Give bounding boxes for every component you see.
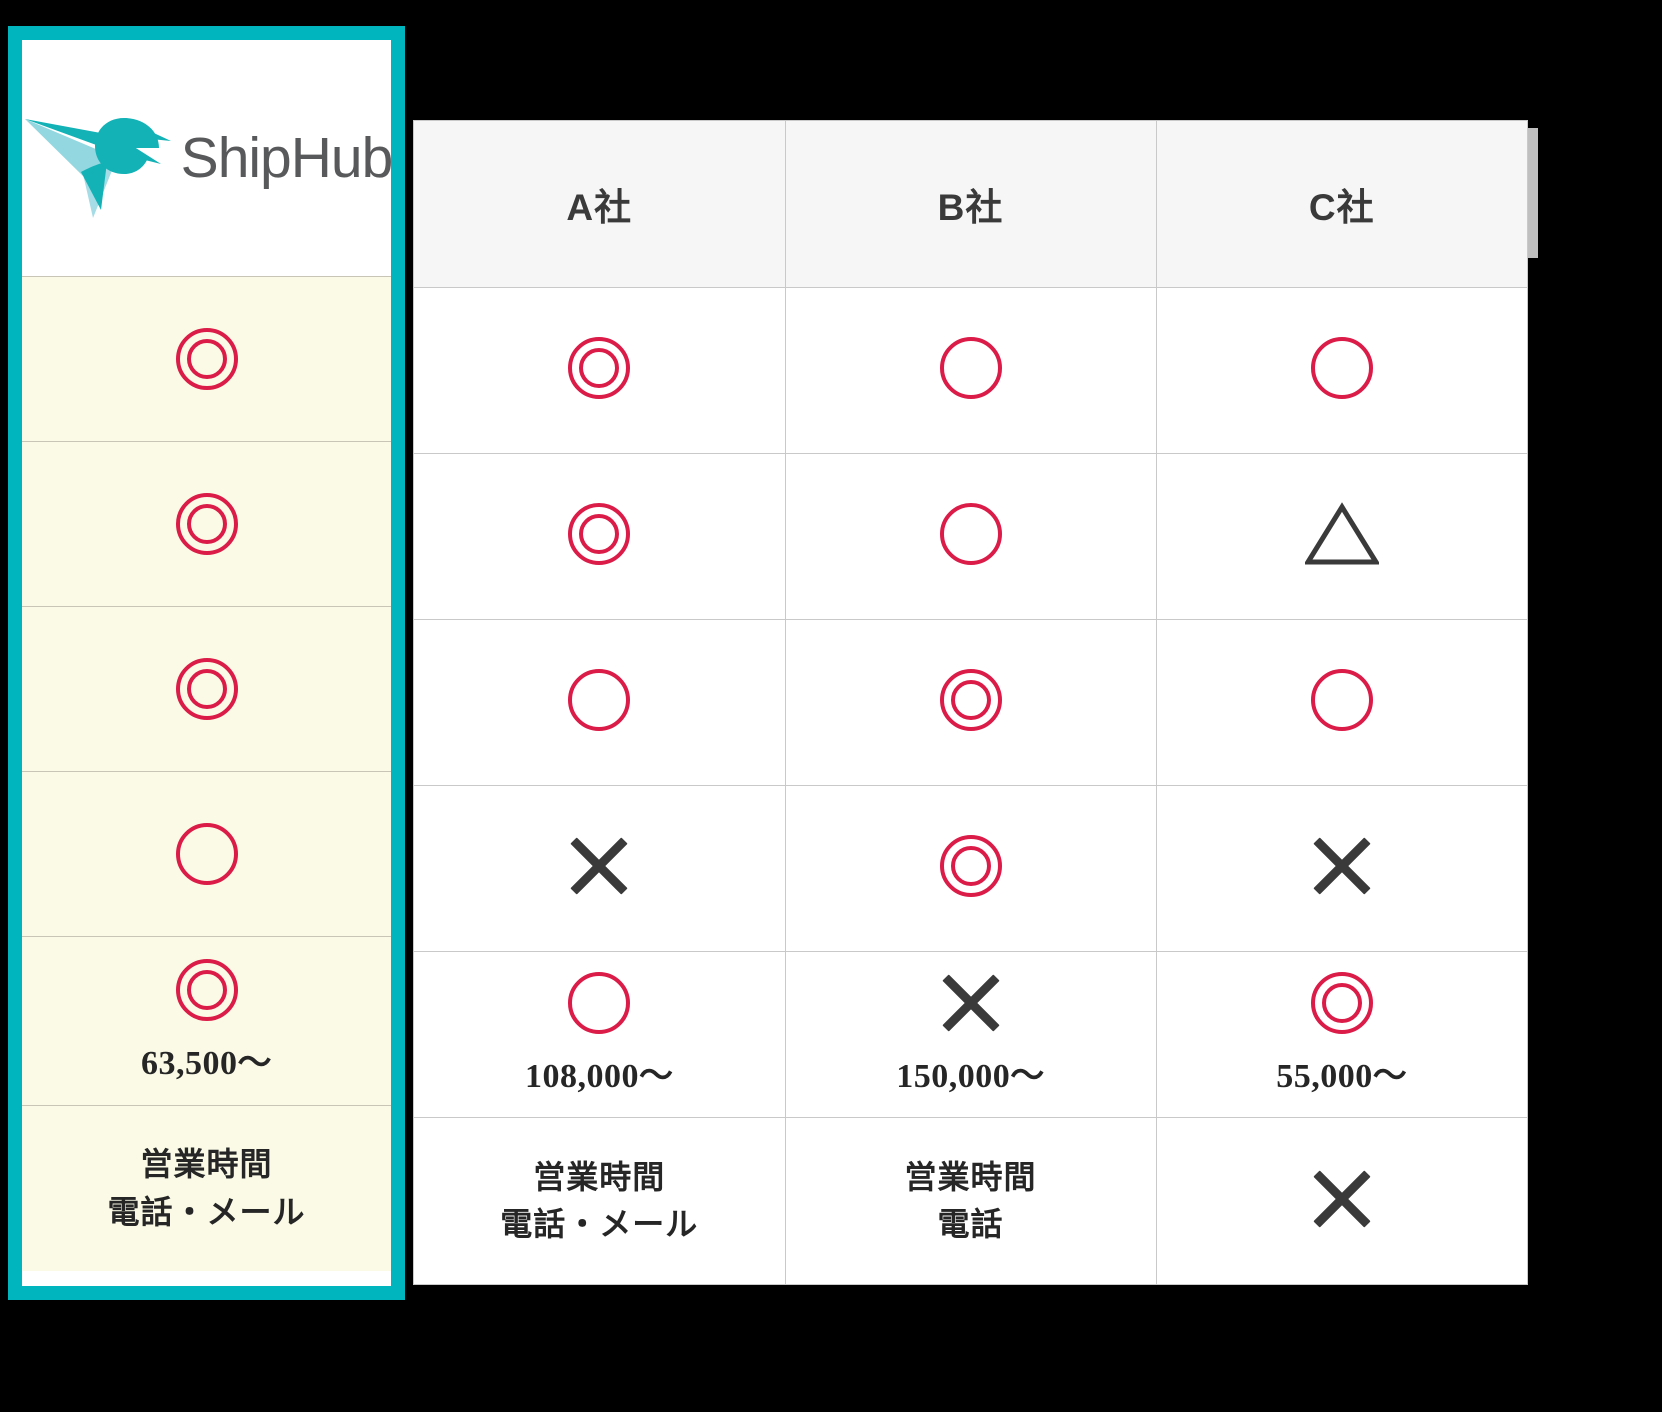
cell-c-row3 (1156, 619, 1527, 786)
price-label: 55,000〜 (1276, 1058, 1408, 1096)
double-circle-icon (175, 328, 238, 390)
support-line-1: 営業時間 (904, 1158, 1037, 1195)
double-circle-icon (568, 336, 631, 399)
cell-c-row1 (1156, 287, 1527, 454)
cell-shiphub-row2 (22, 441, 391, 606)
horizontal-scrollbar[interactable] (1528, 128, 1538, 258)
cell-shiphub-row4 (22, 771, 391, 936)
table-row-support: 営業時間 電話・メール 営業時間 電話 (414, 1117, 1527, 1284)
cell-c-price: 55,000〜 (1156, 951, 1528, 1119)
table-row (414, 785, 1527, 953)
circle-icon (939, 502, 1002, 565)
support-line-2: 電話・メール (500, 1206, 699, 1243)
double-circle-icon (175, 493, 238, 555)
support-line-2: 電話・メール (107, 1193, 306, 1230)
cell-b-row3 (785, 619, 1157, 786)
comparison-table: A社 B社 C社 108,000〜 150,000〜 55,000〜 営業時間 … (414, 121, 1527, 1284)
cell-a-row3 (414, 619, 786, 786)
price-cell-stack: 150,000〜 (786, 972, 1156, 1097)
cell-a-support: 営業時間 電話・メール (414, 1117, 786, 1284)
cross-icon (1311, 835, 1373, 897)
double-circle-icon (175, 658, 238, 720)
support-cell-stack: 営業時間 電話 (786, 1154, 1156, 1249)
support-line-1: 営業時間 (533, 1158, 666, 1195)
price-label: 63,500〜 (141, 1044, 272, 1082)
table-row (414, 619, 1527, 786)
double-circle-icon (1310, 972, 1373, 1035)
cell-c-row2 (1156, 453, 1527, 620)
shiphub-logo-cell: ShipHub (22, 40, 391, 276)
header-row: A社 B社 C社 (414, 121, 1527, 288)
cell-shiphub-row1 (22, 276, 391, 441)
cell-shiphub-price: 63,500〜 (22, 936, 391, 1105)
cell-b-row4 (785, 785, 1157, 953)
price-cell-stack: 55,000〜 (1157, 972, 1528, 1097)
cell-shiphub-row3 (22, 606, 391, 771)
support-line-2: 電話 (937, 1206, 1004, 1243)
cross-icon (940, 972, 1002, 1034)
circle-icon (568, 668, 631, 731)
comparison-table-screen: A社 B社 C社 108,000〜 150,000〜 55,000〜 営業時間 … (0, 0, 1662, 1412)
table-row (414, 453, 1527, 620)
circle-icon (175, 823, 238, 885)
double-circle-icon (939, 668, 1002, 731)
circle-icon (1310, 336, 1373, 399)
cell-a-row2 (414, 453, 786, 620)
cell-c-row4 (1156, 785, 1527, 953)
cell-b-row2 (785, 453, 1157, 620)
double-circle-icon (568, 502, 631, 565)
double-circle-icon (175, 958, 238, 1021)
shiphub-wordmark: ShipHub (180, 125, 393, 190)
cell-a-row1 (414, 287, 786, 454)
competitor-table-panel: A社 B社 C社 108,000〜 150,000〜 55,000〜 営業時間 … (413, 120, 1528, 1285)
cell-b-row1 (785, 287, 1157, 454)
circle-icon (1310, 668, 1373, 731)
cell-shiphub-support: 営業時間 電話・メール (22, 1105, 391, 1271)
shiphub-highlight-column: ShipHub 63,500〜 営業時間 電話・メール (8, 26, 405, 1300)
support-cell-stack: 営業時間 電話・メール (414, 1154, 785, 1249)
price-label: 150,000〜 (896, 1058, 1045, 1096)
circle-icon (568, 972, 631, 1035)
circle-icon (939, 336, 1002, 399)
column-header-c: C社 (1156, 121, 1527, 288)
cross-icon (1311, 1168, 1373, 1230)
triangle-icon (1304, 501, 1379, 565)
price-cell-stack: 108,000〜 (414, 972, 785, 1097)
cell-a-row4 (414, 785, 786, 953)
cell-a-price: 108,000〜 (414, 951, 786, 1119)
table-row (414, 287, 1527, 454)
table-body: 108,000〜 150,000〜 55,000〜 営業時間 電話・メール 営業… (414, 287, 1527, 1284)
cell-b-price: 150,000〜 (785, 951, 1157, 1119)
double-circle-icon (939, 835, 1002, 898)
support-line-1: 営業時間 (140, 1146, 273, 1183)
column-header-b: B社 (785, 121, 1157, 288)
cell-c-support (1156, 1118, 1527, 1284)
cell-b-support: 営業時間 電話 (785, 1117, 1157, 1284)
table-header: A社 B社 C社 (414, 121, 1527, 288)
price-label: 108,000〜 (525, 1058, 674, 1096)
cross-icon (568, 835, 630, 897)
column-header-a: A社 (414, 121, 786, 288)
table-row-price: 108,000〜 150,000〜 55,000〜 (414, 951, 1528, 1119)
hummingbird-icon (24, 118, 171, 218)
